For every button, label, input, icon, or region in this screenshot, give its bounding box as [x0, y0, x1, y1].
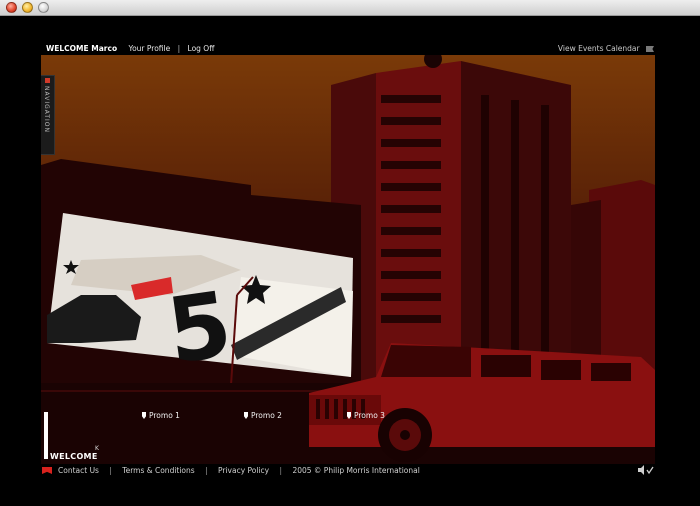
- events-calendar-link-wrap[interactable]: View Events Calendar: [558, 44, 654, 53]
- city-illustration: 5: [41, 55, 655, 464]
- promo-pin-icon: [347, 412, 351, 419]
- flag-icon: [646, 46, 654, 52]
- promo-pin-icon: [142, 412, 146, 419]
- footer-separator: |: [205, 466, 208, 475]
- copyright-text: 2005 © Philip Morris International: [292, 466, 420, 475]
- nav-separator: |: [177, 44, 181, 53]
- promo-3-label: Promo 3: [354, 411, 385, 420]
- contact-us-link[interactable]: Contact Us: [58, 466, 99, 475]
- welcome-logo-mark: K: [95, 445, 99, 452]
- navigation-tab-icon: [45, 78, 50, 83]
- top-navigation: WELCOME Marco Your Profile | Log Off: [46, 44, 214, 53]
- promo-1-link[interactable]: Promo 1: [142, 411, 180, 420]
- navigation-tab-label: NAVIGATION: [43, 86, 50, 134]
- footer-separator: |: [109, 466, 112, 475]
- tower-building: [331, 55, 571, 385]
- view-events-calendar-link[interactable]: View Events Calendar: [558, 44, 640, 53]
- red-flag-icon: [42, 467, 52, 474]
- promo-2-label: Promo 2: [251, 411, 282, 420]
- browser-window: WELCOME Marco Your Profile | Log Off Vie…: [0, 0, 700, 506]
- terms-conditions-link[interactable]: Terms & Conditions: [122, 466, 194, 475]
- welcome-logo-text: WELCOME: [50, 452, 98, 461]
- log-off-link[interactable]: Log Off: [188, 44, 215, 53]
- username: Marco: [91, 44, 118, 53]
- welcome-bar: [44, 412, 48, 459]
- minimize-window-button[interactable]: [22, 2, 33, 13]
- promo-3-link[interactable]: Promo 3: [347, 411, 385, 420]
- title-bar: [0, 0, 700, 16]
- privacy-policy-link[interactable]: Privacy Policy: [218, 466, 269, 475]
- speaker-icon[interactable]: [638, 465, 654, 475]
- footer-separator: |: [279, 466, 283, 475]
- zoom-window-button[interactable]: [38, 2, 49, 13]
- welcome-greeting: WELCOME Marco: [46, 44, 117, 53]
- navigation-side-tab[interactable]: NAVIGATION: [41, 75, 55, 155]
- promo-pin-icon: [244, 412, 248, 419]
- close-window-button[interactable]: [6, 2, 17, 13]
- welcome-prefix: WELCOME: [46, 44, 89, 53]
- footer: Contact Us | Terms & Conditions | Privac…: [42, 466, 420, 475]
- promo-2-link[interactable]: Promo 2: [244, 411, 282, 420]
- promo-1-label: Promo 1: [149, 411, 180, 420]
- your-profile-link[interactable]: Your Profile: [129, 44, 171, 53]
- hero-scene: 5: [41, 55, 655, 464]
